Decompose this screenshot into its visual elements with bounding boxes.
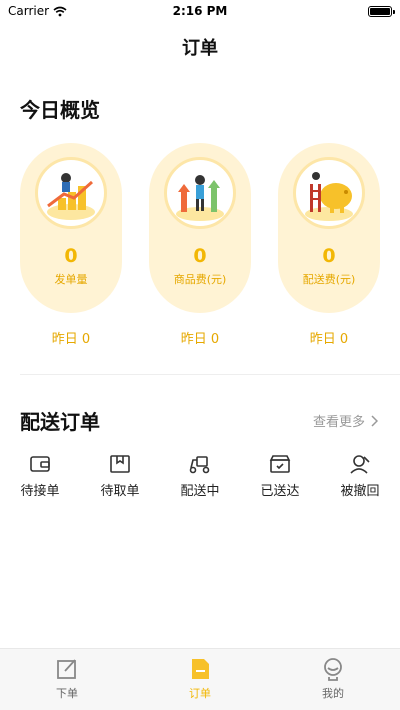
package-icon: [110, 455, 130, 473]
tab-bar: 下单 订单 我的: [0, 648, 400, 710]
order-count-illustration-icon: [35, 157, 107, 229]
overview-cards: 0 发单量 0 商品费(元) 0 配送费(元): [20, 143, 380, 313]
tab-orders-label: 订单: [189, 687, 211, 700]
status-delivered-label: 已送达: [260, 484, 300, 499]
status-time: 2:16 PM: [172, 4, 228, 18]
order-count-yesterday: 昨日 0: [51, 332, 91, 347]
overview-title: 今日概览: [20, 98, 100, 122]
delivery-fee-illustration-icon: [293, 157, 365, 229]
delivered-box-icon: [269, 455, 291, 473]
section-divider: [20, 374, 400, 375]
battery-icon: [368, 5, 395, 17]
edit-icon: [57, 659, 76, 679]
profile-icon: [324, 658, 342, 681]
card-delivery-fee[interactable]: 0 配送费(元): [278, 143, 380, 313]
status-pending-pickup[interactable]: 待取单: [80, 454, 160, 499]
wallet-icon: [30, 456, 50, 472]
page-title: 订单: [182, 38, 218, 59]
order-doc-icon: [192, 659, 209, 679]
view-more-link[interactable]: 查看更多: [313, 411, 378, 430]
card-order-count[interactable]: 0 发单量: [20, 143, 122, 313]
goods-fee-illustration-icon: [164, 157, 236, 229]
status-delivering-label: 配送中: [180, 484, 220, 499]
order-count-value: 0: [64, 245, 78, 267]
delivery-fee-value: 0: [322, 245, 336, 267]
goods-fee-yesterday: 昨日 0: [180, 332, 220, 347]
chevron-right-icon: [371, 414, 378, 427]
tab-profile-label: 我的: [322, 687, 344, 700]
status-revoked-label: 被撤回: [340, 484, 380, 499]
status-pending-accept[interactable]: 待接单: [0, 454, 80, 499]
tab-orders[interactable]: 订单: [160, 657, 240, 701]
status-pending-pickup-label: 待取单: [100, 484, 140, 499]
tab-profile[interactable]: 我的: [293, 657, 373, 701]
tab-place-order[interactable]: 下单: [27, 657, 107, 701]
status-delivering[interactable]: 配送中: [160, 454, 240, 499]
delivery-fee-yesterday: 昨日 0: [309, 332, 349, 347]
tab-place-order-label: 下单: [56, 687, 78, 700]
card-goods-fee[interactable]: 0 商品费(元): [149, 143, 251, 313]
view-more-label: 查看更多: [312, 415, 365, 430]
goods-fee-value: 0: [193, 245, 207, 267]
order-count-label: 发单量: [54, 273, 88, 286]
status-delivered[interactable]: 已送达: [240, 454, 320, 499]
goods-fee-label: 商品费(元): [173, 273, 227, 286]
status-pending-accept-label: 待接单: [20, 484, 60, 499]
delivery-status-row: 待接单 待取单 配送中 已送达 被撤回: [0, 454, 400, 500]
status-revoked[interactable]: 被撤回: [320, 454, 400, 499]
scooter-icon: [189, 456, 210, 474]
user-revoke-icon: [350, 455, 370, 474]
delivery-fee-label: 配送费(元): [302, 273, 356, 286]
delivery-orders-title: 配送订单: [20, 410, 100, 434]
status-bar: Carrier 2:16 PM: [0, 0, 400, 22]
